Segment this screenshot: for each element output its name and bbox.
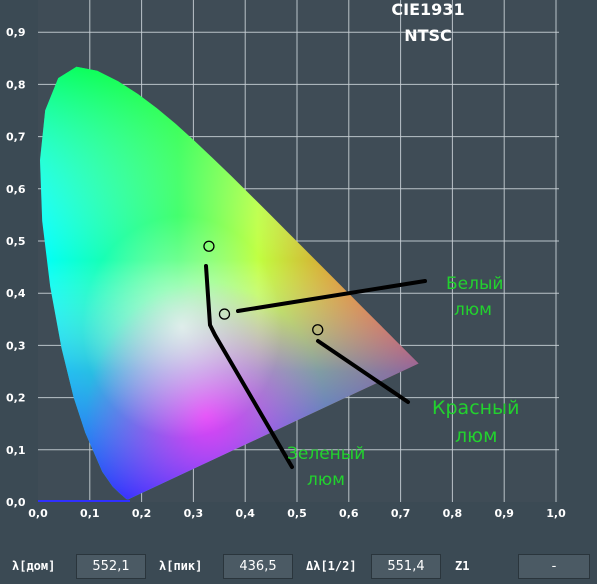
stats-bar: λ[дом] 552,1 λ[пик] 436,5 Δλ[1/2] 551,4 … xyxy=(0,549,597,584)
x-tick-label: 0,6 xyxy=(339,507,359,520)
x-tick-label: 0,7 xyxy=(391,507,411,520)
stat-value-peak-wavelength: 436,5 xyxy=(223,554,293,579)
stat-label-dominant-wavelength: λ[дом] xyxy=(12,559,56,573)
x-tick-label: 1,0 xyxy=(546,507,566,520)
y-tick-label: 0,6 xyxy=(6,183,26,196)
annotation-red-line1: Красный xyxy=(432,397,519,419)
y-tick-label: 0,2 xyxy=(6,392,26,405)
stat-value-bandwidth: 551,4 xyxy=(371,554,441,579)
x-tick-label: 0,8 xyxy=(443,507,463,520)
annotation-green-line2: люм xyxy=(307,470,345,490)
y-tick-label: 0,4 xyxy=(6,287,26,300)
x-tick-label: 0,4 xyxy=(235,507,255,520)
chart-title-line2: NTSC xyxy=(404,26,452,45)
x-tick-label: 0,0 xyxy=(28,507,48,520)
stat-label-bandwidth: Δλ[1/2] xyxy=(306,559,357,573)
annotation-white-line2: люм xyxy=(454,300,492,320)
y-tick-label: 0,3 xyxy=(6,339,26,352)
stat-value-dominant-wavelength: 552,1 xyxy=(76,554,146,579)
x-tick-label: 0,5 xyxy=(287,507,307,520)
y-tick-label: 0,8 xyxy=(6,78,26,91)
y-tick-label: 0,0 xyxy=(6,496,26,509)
chart-title-line1: CIE1931 xyxy=(391,0,464,19)
stat-label-peak-wavelength: λ[пик] xyxy=(159,559,203,573)
stat-value-z1: - xyxy=(518,554,590,579)
x-tick-label: 0,2 xyxy=(132,507,152,520)
cie-chart: 0,0 0,1 0,2 0,3 0,4 0,5 0,6 0,7 0,8 0,9 0,0 0,1 0,2… xyxy=(6,0,566,520)
y-tick-label: 0,5 xyxy=(6,235,26,248)
y-tick-label: 0,7 xyxy=(6,131,26,144)
x-tick-label: 0,3 xyxy=(184,507,204,520)
annotation-green-line1: Зеленый xyxy=(287,444,365,464)
annotation-white-line1: Белый xyxy=(446,274,503,294)
x-tick-label: 0,9 xyxy=(494,507,514,520)
y-axis-ticks: 0,0 0,1 0,2 0,3 0,4 0,5 0,6 0,7 0,8 0,9 xyxy=(6,26,26,509)
y-tick-label: 0,9 xyxy=(6,26,26,39)
x-tick-label: 0,1 xyxy=(80,507,100,520)
annotation-red-line2: люм xyxy=(455,425,497,447)
stat-label-z1: Z1 xyxy=(455,559,470,573)
x-axis-ticks: 0,0 0,1 0,2 0,3 0,4 0,5 0,6 0,7 0,8 0,9 1,0 xyxy=(28,507,566,520)
y-tick-label: 0,1 xyxy=(6,444,26,457)
